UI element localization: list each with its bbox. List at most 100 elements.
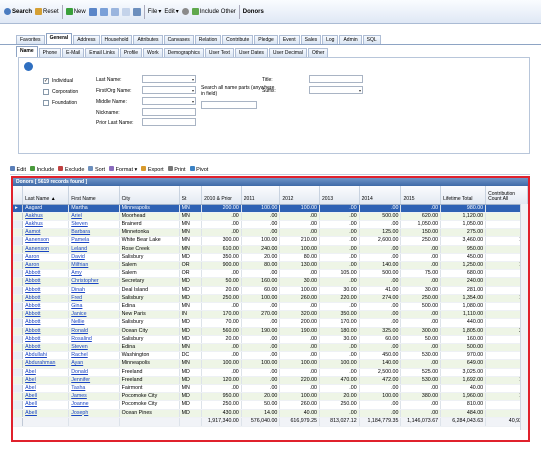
row-selector[interactable] — [13, 294, 24, 303]
tab-contribute[interactable]: Contribute — [222, 35, 254, 44]
row-selector[interactable] — [13, 228, 24, 238]
tab-pledge[interactable]: Pledge — [254, 35, 278, 44]
subtab-user-text[interactable]: User Text — [204, 48, 234, 57]
row-selector[interactable] — [13, 236, 24, 246]
name-link[interactable]: Milfrian — [68, 261, 120, 271]
help-icon[interactable] — [181, 8, 189, 15]
row-selector[interactable]: ▸ — [13, 204, 24, 213]
name-link[interactable]: Abbott — [22, 286, 70, 295]
row-selector[interactable] — [13, 392, 24, 402]
include-other-button[interactable]: Include Other — [191, 8, 236, 15]
col-2014[interactable]: 2014 — [359, 186, 402, 205]
exclude-button[interactable]: Exclude — [58, 165, 84, 173]
row-selector[interactable] — [13, 384, 24, 394]
name-link[interactable]: Aaron — [22, 253, 70, 262]
name-link[interactable]: Abdurahman — [22, 359, 70, 369]
table-row[interactable]: Abel Jennifer Freeland MD 120.00.00 220.00 470… — [13, 376, 528, 385]
individual-checkbox[interactable]: ✓ — [43, 78, 49, 84]
table-row[interactable]: Abell Joseph Ocean Pines MD 430.00 14.00 40.00… — [13, 409, 528, 418]
col-lifetime-total[interactable]: Lifetime Total — [440, 186, 487, 205]
edit-button[interactable]: Edit — [10, 165, 26, 173]
subtab-profile[interactable]: Profile — [119, 48, 143, 57]
name-link[interactable]: Abbott — [22, 302, 70, 312]
name-link[interactable]: Abbott — [22, 343, 70, 353]
tab-favorites[interactable]: Favorites — [16, 35, 45, 44]
row-selector[interactable] — [13, 269, 24, 279]
include-button[interactable]: Include — [30, 165, 54, 173]
list-view-icon[interactable] — [110, 7, 119, 16]
name-link[interactable]: Abbott — [22, 327, 70, 336]
name-link[interactable]: Abell — [22, 400, 70, 410]
table-row[interactable]: Aakhus Ariel Moorhead MN .00.00.00.00 500.00 6… — [13, 212, 528, 221]
name-link[interactable]: Dinah — [68, 286, 120, 295]
row-selector[interactable] — [13, 318, 24, 328]
table-row[interactable]: Abdullahi Rachel Washington DC .00.00.00.00 4… — [13, 351, 528, 361]
name-link[interactable]: Aaron — [22, 261, 70, 271]
subtab-other[interactable]: Other — [307, 48, 329, 57]
col-last-name[interactable]: Last Name ▲ — [22, 186, 70, 205]
name-link[interactable]: Joanne — [68, 400, 120, 410]
name-link[interactable]: Abel — [22, 384, 70, 394]
table-row[interactable]: Abel Tasha Fairmont MN .00.00.00.00.00.00 40.… — [13, 384, 528, 394]
name-link[interactable]: Joseph — [68, 409, 120, 418]
table-row[interactable]: Abbott Amy Salem OR .00.00.00 105.00 500.00 75.… — [13, 269, 528, 279]
name-link[interactable]: Amy — [68, 269, 120, 279]
subtab-work[interactable]: Work — [143, 48, 163, 57]
search-all-field[interactable] — [201, 101, 257, 109]
col-state[interactable]: St — [179, 186, 203, 205]
name-link[interactable]: Abel — [22, 376, 70, 385]
save-icon[interactable] — [132, 7, 141, 16]
name-link[interactable]: Abdullahi — [22, 351, 70, 361]
middle-name-field[interactable]: ▾ — [142, 97, 196, 105]
row-selector[interactable] — [13, 335, 24, 344]
tab-relation[interactable]: Relation — [194, 35, 222, 44]
table-row[interactable]: Aanenson Pamela White Bear Lake MN 300.00 100… — [13, 236, 528, 246]
name-link[interactable]: Aamot — [22, 228, 70, 238]
vertical-scrollbar[interactable] — [520, 204, 528, 430]
subtab-user-dates[interactable]: User Dates — [234, 48, 268, 57]
row-selector[interactable] — [13, 368, 24, 377]
file-menu[interactable]: File ▾ — [148, 8, 162, 16]
name-link[interactable]: Nellie — [68, 318, 120, 328]
name-link[interactable]: Tasha — [68, 384, 120, 394]
name-link[interactable]: Abbott — [22, 310, 70, 320]
table-row[interactable]: Aamot Barbara Minnetonka MN .00.00.00.00 125.… — [13, 228, 528, 238]
tab-sales[interactable]: Sales — [300, 35, 322, 44]
row-selector[interactable] — [13, 351, 24, 361]
subtab-name[interactable]: Name — [16, 46, 38, 57]
prior-last-name-field[interactable] — [142, 118, 196, 126]
name-link[interactable]: Rosalind — [68, 335, 120, 344]
nickname-field[interactable] — [142, 108, 196, 116]
row-selector[interactable] — [13, 376, 24, 385]
tab-canvases[interactable]: Canvases — [163, 35, 194, 44]
col-city[interactable]: City — [119, 186, 180, 205]
subtab-phone[interactable]: Phone — [38, 48, 62, 57]
tab-attributes[interactable]: Attributes — [133, 35, 163, 44]
name-link[interactable]: Aanenson — [22, 245, 70, 254]
name-link[interactable]: Ariel — [68, 212, 120, 221]
table-row[interactable]: Abbott Gina Edina MN .00.00.00.00.00 500.00 1,… — [13, 302, 528, 312]
name-link[interactable]: Abel — [22, 368, 70, 377]
table-row[interactable]: Abbott Ronald Ocean City MD 560.00 190.00 190.… — [13, 327, 528, 336]
table-row[interactable]: Aaron David Salisbury MD 350.00 20.00 80.00.00… — [13, 253, 528, 262]
col-2011[interactable]: 2011 — [241, 186, 281, 205]
table-row[interactable]: Aakhus Steven Brainerd MN .00.00.00.00.00 1,0… — [13, 220, 528, 230]
name-link[interactable]: Fred — [68, 294, 120, 303]
col-2010-prior[interactable]: 2010 & Prior — [201, 186, 242, 205]
row-selector[interactable] — [13, 261, 24, 271]
name-link[interactable]: Ronald — [68, 327, 120, 336]
row-selector[interactable] — [13, 359, 24, 369]
subtab-user-decimal[interactable]: User Decimal — [268, 48, 307, 57]
table-row[interactable]: Abbott Fred Salisbury MD 250.00 100.00 260.00 2… — [13, 294, 528, 303]
row-selector[interactable] — [13, 302, 24, 312]
col-2015[interactable]: 2015 — [400, 186, 442, 205]
row-selector[interactable] — [13, 343, 24, 353]
col-2013[interactable]: 2013 — [319, 186, 360, 205]
tab-admin[interactable]: Admin — [339, 35, 362, 44]
name-link[interactable]: Jennifer — [68, 376, 120, 385]
col-contribution-count[interactable]: Contribution Count All — [485, 186, 528, 205]
name-link[interactable]: Steven — [68, 343, 120, 353]
subtab-email-links[interactable]: Email Links — [85, 48, 119, 57]
name-link[interactable]: Barbara — [68, 228, 120, 238]
table-row[interactable]: Abbott Steven Edina MN .00.00.00.00.00.00 500… — [13, 343, 528, 353]
